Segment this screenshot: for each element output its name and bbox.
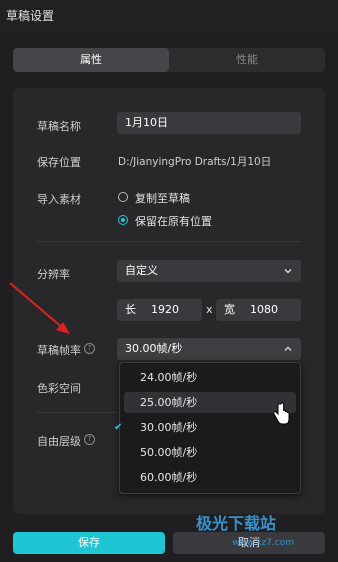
keep-original-label[interactable]: 保留在原有位置: [135, 213, 212, 229]
height-prefix-label: 宽: [224, 303, 235, 316]
title-bar: 草稿设置: [0, 0, 338, 32]
save-location-label: 保存位置: [37, 156, 81, 169]
tab-properties[interactable]: 属性: [13, 48, 169, 72]
frame-rate-select[interactable]: 30.00帧/秒: [117, 338, 301, 360]
watermark-logo: 极光下载站: [196, 514, 277, 533]
section-divider: [37, 412, 117, 413]
window-title: 草稿设置: [6, 9, 55, 23]
frame-rate-label: 草稿帧率: [37, 344, 81, 357]
frame-rate-option-selected[interactable]: ✔ 30.00帧/秒: [114, 417, 296, 438]
check-icon: ✔: [114, 422, 123, 433]
width-value: 1920: [151, 303, 179, 316]
tab-performance[interactable]: 性能: [169, 48, 325, 72]
watermark-url: www.xz7.com: [232, 538, 294, 548]
save-button[interactable]: 保存: [13, 532, 165, 554]
draft-name-input[interactable]: 1月10日: [117, 112, 301, 134]
hand-cursor-icon: [273, 402, 290, 425]
frame-rate-option-label: 30.00帧/秒: [140, 421, 198, 434]
copy-to-draft-radio[interactable]: [118, 192, 128, 202]
frame-rate-option[interactable]: 24.00帧/秒: [124, 367, 296, 388]
import-material-label: 导入素材: [37, 193, 81, 206]
frame-rate-option[interactable]: 50.00帧/秒: [124, 442, 296, 463]
save-location-path: D:/JianyingPro Drafts/1月10日: [118, 156, 272, 168]
resolution-separator: x: [206, 303, 213, 316]
frame-rate-option[interactable]: 25.00帧/秒: [124, 392, 296, 413]
section-divider: [37, 241, 301, 242]
draft-name-label: 草稿名称: [37, 120, 81, 133]
tab-bar: 属性 性能: [13, 48, 325, 72]
height-value: 1080: [250, 303, 278, 316]
resolution-width-input[interactable]: 长 1920: [117, 299, 202, 321]
resolution-height-input[interactable]: 宽 1080: [216, 299, 301, 321]
resolution-select[interactable]: 自定义: [117, 260, 301, 282]
copy-to-draft-label[interactable]: 复制至草稿: [135, 190, 190, 206]
keep-original-radio[interactable]: [118, 215, 128, 225]
frame-rate-option[interactable]: 60.00帧/秒: [124, 467, 296, 488]
help-icon[interactable]: ?: [84, 434, 95, 445]
draft-name-value: 1月10日: [125, 116, 168, 129]
width-prefix-label: 长: [125, 303, 136, 316]
resolution-value: 自定义: [125, 264, 158, 277]
chevron-up-icon: [284, 346, 292, 351]
color-space-label: 色彩空间: [37, 382, 81, 395]
frame-rate-dropdown: 24.00帧/秒 25.00帧/秒 ✔ 30.00帧/秒 50.00帧/秒 60…: [114, 362, 301, 494]
chevron-down-icon: [284, 269, 292, 274]
free-layer-label: 自由层级: [37, 435, 81, 448]
frame-rate-value: 30.00帧/秒: [125, 342, 183, 355]
help-icon[interactable]: ?: [84, 343, 95, 354]
annotation-arrow-icon: [9, 282, 70, 334]
